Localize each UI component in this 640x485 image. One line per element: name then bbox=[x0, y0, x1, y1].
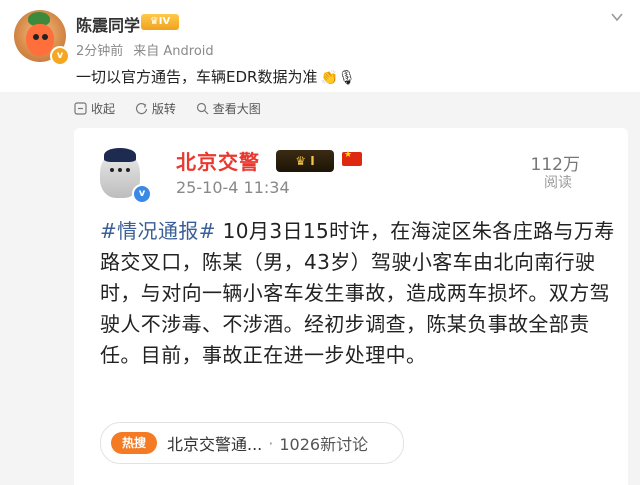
collapse-button[interactable]: 收起 bbox=[74, 100, 115, 117]
hot-topic-pill[interactable]: 热搜 北京交警通... · 1026新讨论 bbox=[100, 422, 404, 464]
verified-icon: v bbox=[50, 46, 70, 66]
image-toolbar: 收起 版转 查看大图 bbox=[74, 100, 277, 118]
topic-name: 北京交警通... bbox=[167, 435, 263, 454]
collapse-icon bbox=[74, 102, 87, 115]
rotate-icon bbox=[135, 102, 147, 115]
rotate-button[interactable]: 版转 bbox=[135, 100, 176, 117]
mascot-eyes bbox=[110, 168, 130, 178]
avatar-eye bbox=[42, 34, 48, 40]
level-badge: ♛IV bbox=[141, 14, 179, 30]
topic-separator: · bbox=[268, 433, 274, 453]
author-avatar[interactable]: v bbox=[14, 10, 70, 66]
crown-icon: ♛ bbox=[295, 154, 311, 168]
zoom-icon bbox=[196, 102, 209, 115]
card-badge-text: I bbox=[310, 154, 315, 168]
verified-blue-icon: v bbox=[132, 184, 152, 204]
china-flag-icon bbox=[342, 150, 362, 166]
card-author-name[interactable]: 北京交警 bbox=[176, 146, 260, 175]
view-large-button[interactable]: 查看大图 bbox=[196, 100, 261, 117]
card-timestamp: 25-10-4 11:34 bbox=[176, 178, 290, 197]
crown-icon: ♛ bbox=[149, 16, 159, 27]
embedded-post-card[interactable]: v 北京交警 ♛ I 25-10-4 11:34 112万 阅读 #情况通报# … bbox=[74, 128, 628, 485]
mascot-hat bbox=[104, 148, 136, 162]
post-header: v 陈震同学 ♛IV 2分钟前 来自 Android 一切以官方通告，车辆EDR数… bbox=[0, 0, 640, 90]
chevron-down-icon[interactable] bbox=[610, 10, 624, 24]
post-text: 一切以官方通告，车辆EDR数据为准 👏🎙 bbox=[76, 66, 356, 87]
post-text-content: 一切以官方通告，车辆EDR数据为准 bbox=[76, 68, 318, 86]
emoji-icons: 👏🎙 bbox=[320, 70, 356, 86]
post-meta: 2分钟前 来自 Android bbox=[76, 40, 214, 59]
card-avatar[interactable]: v bbox=[96, 148, 152, 204]
hashtag-link[interactable]: #情况通报# bbox=[100, 219, 216, 243]
avatar-eye bbox=[33, 34, 39, 40]
author-name[interactable]: 陈震同学 bbox=[76, 12, 140, 36]
card-body-text: #情况通报# 10月3日15时许，在海淀区朱各庄路与万寿路交叉口，陈某（男，43… bbox=[100, 216, 620, 371]
topic-discussion-count: 1026新讨论 bbox=[279, 435, 369, 454]
view-large-label: 查看大图 bbox=[212, 102, 261, 116]
rotate-label: 版转 bbox=[151, 102, 176, 116]
post-source: 来自 Android bbox=[133, 44, 214, 59]
card-rank-badge: ♛ I bbox=[276, 150, 334, 172]
read-label: 阅读 bbox=[544, 175, 572, 191]
collapse-label: 收起 bbox=[91, 102, 116, 116]
post-time: 2分钟前 bbox=[76, 44, 124, 59]
hot-search-badge: 热搜 bbox=[111, 432, 157, 454]
level-text: IV bbox=[158, 16, 171, 27]
